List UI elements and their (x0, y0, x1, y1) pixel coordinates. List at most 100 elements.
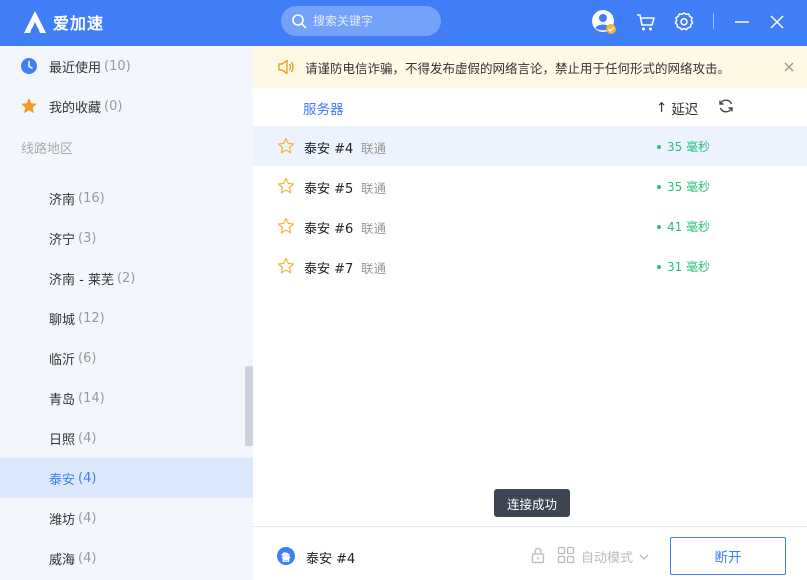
server-row[interactable]: 泰安 #7 联通 31 毫秒 (253, 246, 807, 286)
sort-arrow-icon: ↑ (656, 100, 668, 116)
sidebar-item-city[interactable]: 聊城 (12) (0, 298, 253, 338)
search-box[interactable] (281, 6, 441, 36)
server-isp: 联通 (361, 221, 387, 236)
status-dot (657, 264, 661, 269)
column-latency-label: 延迟 (671, 102, 699, 118)
minimize-button[interactable] (729, 9, 755, 35)
user-avatar-button[interactable] (591, 9, 617, 35)
city-count: (2) (116, 270, 136, 286)
bottom-bar: 鲁 泰安 #4 自动模式 断开 (253, 526, 807, 580)
cart-button[interactable] (633, 9, 659, 35)
app-logo: 爱加速 (22, 9, 104, 35)
sidebar-item-city[interactable]: 临沂 (6) (0, 338, 253, 378)
titlebar-divider (713, 13, 714, 29)
sidebar-item-city[interactable]: 青岛 (14) (0, 378, 253, 418)
sidebar-item-label: 最近使用 (49, 60, 102, 76)
sidebar-item-city[interactable]: 济南 (16) (0, 178, 253, 218)
sidebar-item-favorites[interactable]: 我的收藏 (0) (20, 96, 122, 116)
app-logo-icon (24, 11, 46, 33)
server-isp: 联通 (361, 141, 387, 156)
city-name: 聊城 (49, 312, 76, 328)
clock-icon (21, 58, 37, 74)
server-row[interactable]: 泰安 #6 联通 41 毫秒 (253, 206, 807, 246)
status-dot (657, 184, 661, 189)
mode-select-label: 自动模式 (581, 551, 634, 566)
notice-banner: 请谨防电信诈骗，不得发布虚假的网络言论，禁止用于任何形式的网络攻击。 (253, 46, 807, 88)
city-name: 济南 - 莱芜 (49, 272, 114, 288)
server-isp: 联通 (361, 181, 387, 196)
star-filled-icon (21, 98, 37, 114)
server-row[interactable]: 泰安 #5 联通 35 毫秒 (253, 166, 807, 206)
sidebar-item-city[interactable]: 威海 (4) (0, 538, 253, 578)
sidebar-item-city[interactable]: 潍坊 (4) (0, 498, 253, 538)
status-dot (657, 224, 661, 229)
sidebar-item-city[interactable]: 济宁 (3) (0, 218, 253, 258)
latency-value: 35 毫秒 (667, 180, 711, 194)
sidebar-item-city-active[interactable]: 泰安 (4) (0, 458, 253, 498)
city-count: (12) (78, 310, 105, 326)
column-server[interactable]: 服务器 (303, 98, 344, 118)
search-input[interactable] (313, 14, 433, 28)
city-name: 潍坊 (49, 512, 76, 528)
star-outline-icon[interactable] (277, 137, 295, 155)
current-server-name: 泰安 #4 (306, 552, 356, 567)
server-latency: 41 毫秒 (657, 218, 710, 235)
server-name: 泰安 #6 (304, 222, 354, 237)
server-isp: 联通 (361, 261, 387, 276)
city-count: (6) (78, 350, 97, 366)
column-latency-sort[interactable]: ↑ 延迟 (656, 98, 698, 118)
minimize-icon (735, 21, 749, 23)
city-name: 威海 (49, 552, 76, 568)
sidebar-item-label: 我的收藏 (49, 100, 102, 116)
lock-icon[interactable] (529, 546, 547, 564)
city-count: (4) (78, 510, 97, 526)
city-name: 泰安 (49, 472, 76, 488)
server-list-header: 服务器 ↑ 延迟 (253, 88, 807, 126)
city-name: 济南 (49, 192, 76, 208)
star-outline-icon[interactable] (277, 217, 295, 235)
close-icon[interactable] (781, 59, 797, 75)
refresh-icon[interactable] (718, 98, 734, 114)
city-name: 临沂 (49, 352, 76, 368)
sidebar-item-count: (10) (104, 58, 131, 74)
city-name: 日照 (49, 432, 76, 448)
region-section-title: 线路地区 (21, 142, 74, 157)
city-count: (4) (78, 430, 97, 446)
server-row[interactable]: 泰安 #4 联通 35 毫秒 (253, 126, 807, 166)
server-name: 泰安 #5 (304, 182, 354, 197)
sidebar: 最近使用 (10) 我的收藏 (0) 线路地区 济南 (16) 济宁 (3) 济南 … (0, 46, 253, 580)
search-icon (292, 14, 307, 29)
user-avatar-icon (592, 10, 616, 34)
close-icon (770, 15, 784, 29)
disconnect-button[interactable]: 断开 (670, 537, 786, 575)
city-count: (4) (78, 470, 97, 486)
star-outline-icon[interactable] (277, 177, 295, 195)
server-name: 泰安 #7 (304, 262, 354, 277)
app-name: 爱加速 (53, 14, 105, 33)
province-badge-icon: 鲁 (277, 547, 295, 565)
mode-select[interactable]: 自动模式 (581, 547, 650, 566)
sidebar-item-city[interactable]: 济南 - 莱芜 (2) (0, 258, 253, 298)
chevron-down-icon (639, 554, 649, 560)
settings-button[interactable] (671, 9, 697, 35)
grid-icon[interactable] (557, 546, 575, 564)
latency-value: 35 毫秒 (667, 140, 711, 154)
server-latency: 35 毫秒 (657, 178, 710, 195)
city-count: (14) (78, 390, 105, 406)
star-outline-icon[interactable] (277, 257, 295, 275)
city-count: (16) (78, 190, 105, 206)
status-dot (657, 144, 661, 149)
sidebar-item-recent[interactable]: 最近使用 (10) (20, 56, 131, 76)
gear-icon (674, 12, 694, 31)
sidebar-scrollbar[interactable] (245, 366, 253, 446)
city-name: 青岛 (49, 392, 76, 408)
latency-value: 31 毫秒 (667, 260, 711, 274)
sidebar-item-city[interactable]: 日照 (4) (0, 418, 253, 458)
sidebar-item-count: (0) (104, 98, 123, 114)
latency-value: 41 毫秒 (667, 220, 711, 234)
server-name: 泰安 #4 (304, 142, 354, 157)
server-latency: 31 毫秒 (657, 258, 710, 275)
close-window-button[interactable] (764, 9, 790, 35)
connection-toast: 连接成功 (494, 489, 570, 517)
notice-text: 请谨防电信诈骗，不得发布虚假的网络言论，禁止用于任何形式的网络攻击。 (305, 60, 731, 76)
